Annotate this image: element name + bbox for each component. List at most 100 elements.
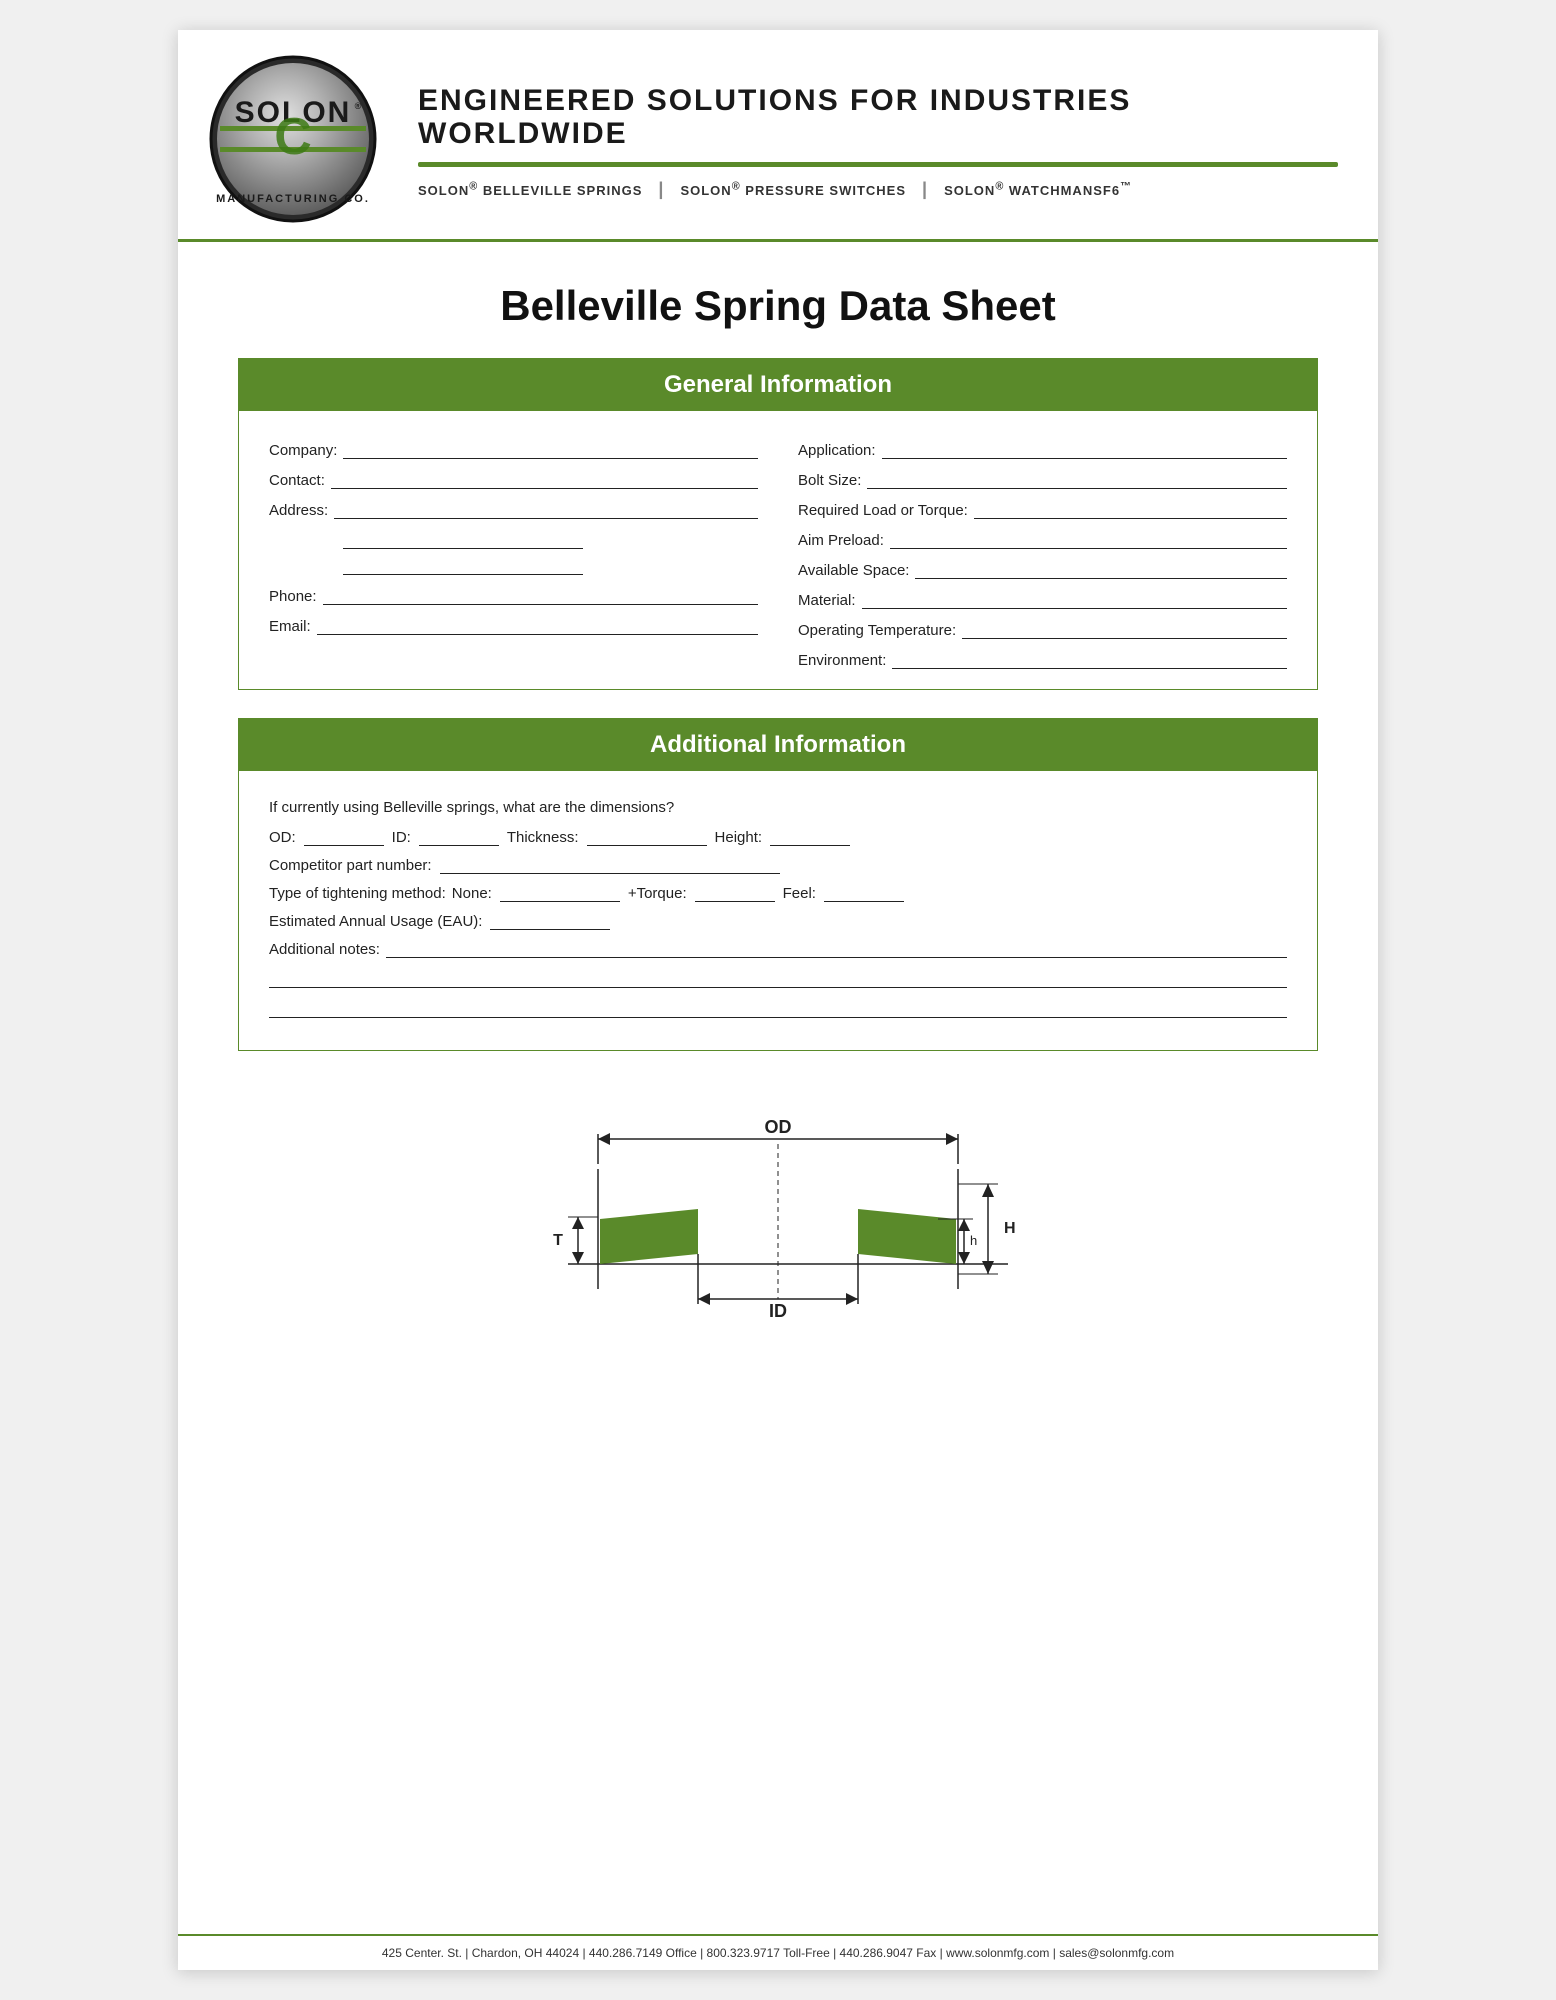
page: SOLON ® C MANUFACTURING CO. Engineered S…	[178, 30, 1378, 1970]
email-row: Email:	[269, 617, 758, 635]
tightening-feel-label: Feel:	[783, 885, 816, 902]
phone-row: Phone:	[269, 587, 758, 605]
load-torque-row: Required Load or Torque:	[798, 501, 1287, 519]
id-diagram-label: ID	[769, 1301, 787, 1321]
h-label: h	[970, 1233, 977, 1248]
environment-row: Environment:	[798, 651, 1287, 669]
application-row: Application:	[798, 441, 1287, 459]
aim-preload-row: Aim Preload:	[798, 531, 1287, 549]
general-information-section: General Information Company: Contact: Ad…	[238, 358, 1318, 690]
thickness-field[interactable]	[587, 828, 707, 846]
notes-row: Additional notes:	[269, 940, 1287, 958]
competitor-label: Competitor part number:	[269, 857, 432, 874]
solon-logo: SOLON ® C MANUFACTURING CO.	[208, 54, 378, 224]
general-left-col: Company: Contact: Address:	[269, 441, 758, 669]
product-sup-tm: ™	[1120, 180, 1132, 192]
product-item-3: SOLON® WATCHMANSF6™	[928, 180, 1148, 197]
environment-field[interactable]	[892, 651, 1287, 669]
general-info-body: Company: Contact: Address:	[239, 411, 1317, 689]
eau-field[interactable]	[490, 912, 610, 930]
belleville-spring-diagram: OD H h T	[498, 1089, 1058, 1349]
environment-label: Environment:	[798, 652, 886, 669]
notes-field[interactable]	[386, 940, 1287, 958]
eau-label: Estimated Annual Usage (EAU):	[269, 913, 482, 930]
competitor-row: Competitor part number:	[269, 856, 1287, 874]
tightening-torque-label: +Torque:	[628, 885, 687, 902]
diagram-section: OD H h T	[238, 1079, 1318, 1379]
left-washer	[600, 1209, 698, 1264]
notes-label: Additional notes:	[269, 941, 380, 958]
available-space-field[interactable]	[915, 561, 1287, 579]
footer: 425 Center. St. | Chardon, OH 44024 | 44…	[178, 1934, 1378, 1970]
main-content: Belleville Spring Data Sheet General Inf…	[178, 242, 1378, 1934]
application-label: Application:	[798, 442, 876, 459]
address-extra	[343, 531, 758, 575]
address-field-1[interactable]	[334, 501, 758, 519]
product-sup-2: ®	[732, 180, 741, 192]
address-field-2[interactable]	[343, 531, 583, 549]
phone-field[interactable]	[323, 587, 758, 605]
general-info-header: General Information	[239, 359, 1317, 411]
address-field-3[interactable]	[343, 557, 583, 575]
bolt-size-row: Bolt Size:	[798, 471, 1287, 489]
available-space-row: Available Space:	[798, 561, 1287, 579]
id-field[interactable]	[419, 828, 499, 846]
aim-preload-label: Aim Preload:	[798, 532, 884, 549]
company-label: Company:	[269, 442, 337, 459]
load-torque-field[interactable]	[974, 501, 1287, 519]
bolt-size-field[interactable]	[867, 471, 1287, 489]
email-label: Email:	[269, 618, 311, 635]
height-label: Height:	[715, 829, 763, 846]
general-right-col: Application: Bolt Size: Required Load or…	[798, 441, 1287, 669]
product-item-1: SOLON® BELLEVILLE SPRINGS	[418, 180, 658, 197]
height-field[interactable]	[770, 828, 850, 846]
product-sup-3: ®	[995, 180, 1004, 192]
material-field[interactable]	[862, 591, 1287, 609]
id-label: ID:	[392, 829, 411, 846]
svg-text:C: C	[274, 108, 312, 166]
company-field[interactable]	[343, 441, 758, 459]
svg-text:®: ®	[355, 101, 362, 111]
email-field[interactable]	[317, 617, 758, 635]
aim-preload-field[interactable]	[890, 531, 1287, 549]
competitor-field[interactable]	[440, 856, 780, 874]
od-diagram-label: OD	[765, 1117, 792, 1137]
available-space-label: Available Space:	[798, 562, 909, 579]
operating-temp-field[interactable]	[962, 621, 1287, 639]
operating-temp-label: Operating Temperature:	[798, 622, 956, 639]
operating-temp-row: Operating Temperature:	[798, 621, 1287, 639]
tightening-torque-field[interactable]	[695, 884, 775, 902]
header-tagline: Engineered Solutions for Industries Worl…	[418, 84, 1338, 150]
page-title: Belleville Spring Data Sheet	[238, 282, 1318, 330]
contact-field[interactable]	[331, 471, 758, 489]
dimensions-row: OD: ID: Thickness: Height:	[269, 828, 1287, 846]
H-label: H	[1004, 1220, 1016, 1237]
material-label: Material:	[798, 592, 856, 609]
address-row: Address:	[269, 501, 758, 519]
footer-address: 425 Center. St. | Chardon, OH 44024 | 44…	[382, 1946, 1174, 1960]
od-field[interactable]	[304, 828, 384, 846]
thickness-label: Thickness:	[507, 829, 579, 846]
header-products: SOLON® BELLEVILLE SPRINGS | SOLON® PRESS…	[418, 179, 1338, 200]
product-sup-1: ®	[469, 180, 478, 192]
material-row: Material:	[798, 591, 1287, 609]
phone-label: Phone:	[269, 588, 317, 605]
product-label-2: SOLON® PRESSURE SWITCHES	[680, 183, 906, 198]
tightening-none-field[interactable]	[500, 884, 620, 902]
additional-info-header: Additional Information	[239, 719, 1317, 771]
od-arrow-left	[598, 1133, 610, 1145]
tightening-row: Type of tightening method: None: +Torque…	[269, 884, 1287, 902]
blank-line-1	[269, 970, 1287, 988]
application-field[interactable]	[882, 441, 1287, 459]
product-item-2: SOLON® PRESSURE SWITCHES	[664, 180, 922, 197]
tightening-feel-field[interactable]	[824, 884, 904, 902]
T-label: T	[553, 1232, 563, 1249]
product-label-1: SOLON® BELLEVILLE SPRINGS	[418, 183, 642, 198]
additional-information-section: Additional Information If currently usin…	[238, 718, 1318, 1051]
contact-row: Contact:	[269, 471, 758, 489]
product-label-3: SOLON® WATCHMANSF6™	[944, 183, 1132, 198]
logo-area: SOLON ® C MANUFACTURING CO.	[208, 54, 388, 229]
blank-lines	[269, 970, 1287, 1018]
svg-text:MANUFACTURING CO.: MANUFACTURING CO.	[216, 193, 370, 205]
contact-label: Contact:	[269, 472, 325, 489]
